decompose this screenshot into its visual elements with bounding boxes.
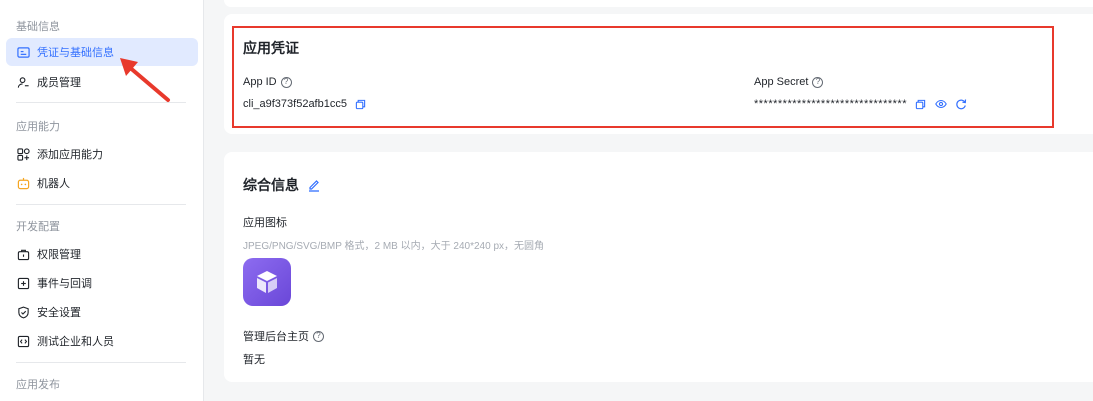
sidebar-divider: [16, 204, 186, 205]
robot-icon: [16, 176, 30, 190]
sidebar-item-label: 凭证与基础信息: [37, 47, 114, 59]
sidebar-item-label: 成员管理: [37, 77, 81, 89]
info-title: 综合信息: [243, 175, 321, 195]
sidebar-item-test-tenant[interactable]: 测试企业和人员: [6, 327, 198, 355]
annotation-highlight-box: [232, 26, 1054, 128]
sidebar-item-permissions[interactable]: 权限管理: [6, 240, 198, 268]
sidebar-divider: [16, 362, 186, 363]
sidebar-item-security[interactable]: 安全设置: [6, 298, 198, 326]
member-icon: [16, 75, 30, 89]
app-icon-hint: JPEG/PNG/SVG/BMP 格式，2 MB 以内，大于 240*240 p…: [243, 241, 545, 252]
homepage-value: 暂无: [243, 354, 265, 366]
help-icon[interactable]: ?: [280, 76, 292, 88]
sidebar-section-capability: 应用能力: [16, 121, 60, 133]
annotation-arrow-icon: [120, 58, 170, 102]
credentials-title: 应用凭证: [243, 40, 299, 56]
sidebar-section-publish: 应用发布: [16, 379, 60, 391]
app-icon[interactable]: [243, 258, 291, 306]
permission-icon: [16, 247, 30, 261]
help-icon[interactable]: ?: [812, 76, 824, 88]
app-secret-value: ********************************: [754, 98, 907, 110]
edit-icon[interactable]: [307, 178, 321, 192]
cube-icon: [257, 271, 277, 293]
refresh-icon[interactable]: [955, 98, 967, 110]
app-id-value: cli_a9f373f52afb1cc5: [243, 98, 347, 110]
sidebar-item-label: 添加应用能力: [37, 149, 103, 161]
sidebar-item-add-capability[interactable]: 添加应用能力: [6, 140, 198, 168]
sidebar-item-label: 安全设置: [37, 307, 81, 319]
help-icon[interactable]: ?: [313, 330, 324, 342]
sidebar-item-robot[interactable]: 机器人: [6, 169, 198, 197]
eye-icon[interactable]: [935, 98, 947, 110]
sidebar-item-events[interactable]: 事件与回调: [6, 269, 198, 297]
app-secret-label: App Secret ?: [754, 76, 824, 88]
homepage-label: 管理后台主页 ?: [243, 328, 324, 344]
info-card: [224, 152, 1093, 382]
copy-icon[interactable]: [915, 98, 927, 110]
shield-icon: [16, 305, 30, 319]
sidebar-item-label: 测试企业和人员: [37, 336, 114, 348]
sidebar-item-label: 权限管理: [37, 249, 81, 261]
app-id-row: cli_a9f373f52afb1cc5: [243, 98, 367, 110]
app-icon-label: 应用图标: [243, 217, 287, 229]
top-card: [224, 0, 1093, 7]
sidebar-item-label: 机器人: [37, 178, 70, 190]
sidebar-section-dev: 开发配置: [16, 221, 60, 233]
event-icon: [16, 276, 30, 290]
sidebar-item-label: 事件与回调: [37, 278, 92, 290]
sidebar-section-basic: 基础信息: [16, 21, 60, 33]
grid-add-icon: [16, 147, 30, 161]
app-id-label: App ID ?: [243, 76, 292, 88]
id-card-icon: [16, 45, 30, 59]
code-icon: [16, 334, 30, 348]
copy-icon[interactable]: [355, 98, 367, 110]
app-secret-row: ********************************: [754, 98, 967, 110]
